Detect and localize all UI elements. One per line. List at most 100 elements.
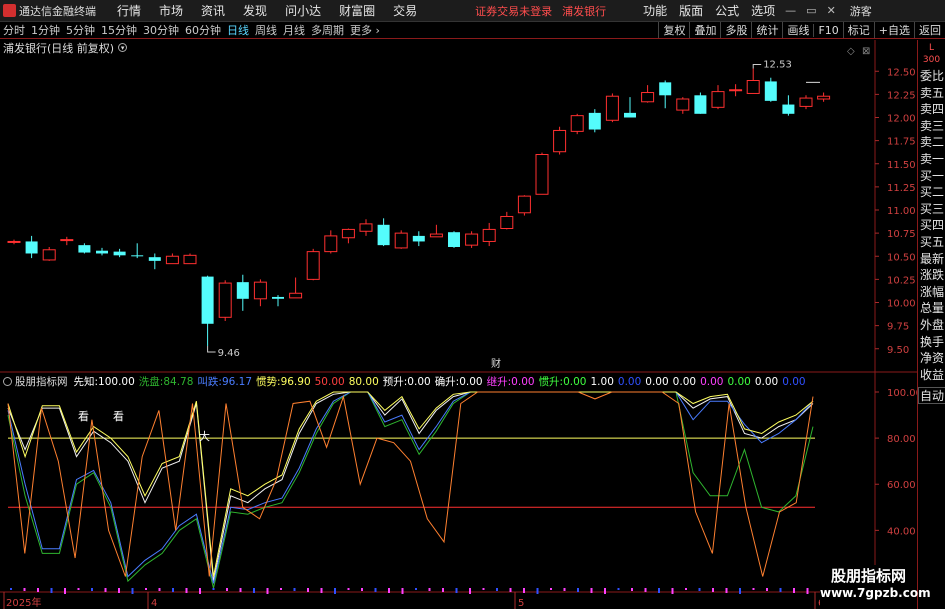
chart-menu-icon[interactable]: ▾	[118, 43, 128, 52]
right-panel-item[interactable]: 卖五	[918, 85, 945, 102]
guest-label[interactable]: 游客	[850, 3, 872, 19]
candle-body	[60, 239, 74, 242]
menu-faxian[interactable]: 发现	[234, 2, 276, 19]
right-panel-item[interactable]: 换手	[918, 334, 945, 351]
period-more[interactable]: 更多 ›	[347, 22, 383, 38]
ind-tick-label: 60.00	[887, 480, 916, 491]
menu-caifuquan[interactable]: 财富圈	[330, 2, 384, 19]
period-monthly[interactable]: 月线	[280, 22, 308, 38]
right-panel-item[interactable]: 买四	[918, 217, 945, 234]
candle-body	[25, 241, 38, 254]
right-panel-item[interactable]: 卖三	[918, 118, 945, 135]
right-panel-item[interactable]: 外盘	[918, 317, 945, 334]
bottom-bar	[712, 588, 714, 592]
btn-biaoji[interactable]: 标记	[842, 22, 874, 38]
minimize-icon[interactable]: —	[785, 4, 796, 17]
indicator-value-number: 100.00	[98, 375, 135, 388]
candle-body	[324, 235, 338, 253]
bottom-bar	[23, 588, 26, 591]
indicator-name[interactable]: 股朋指标网	[15, 374, 68, 389]
candle-body	[218, 282, 232, 318]
candle-body	[165, 255, 179, 265]
candle-body	[817, 95, 831, 100]
price-tick-label: 9.50	[887, 345, 909, 356]
right-panel-item[interactable]: 买二	[918, 184, 945, 201]
indicator-value-item: 0.00	[645, 376, 668, 388]
period-60min[interactable]: 60分钟	[182, 22, 224, 38]
candle-body	[253, 281, 267, 300]
bottom-bar	[604, 588, 606, 594]
indicator-menu-icon[interactable]	[3, 376, 12, 386]
btn-fuquan[interactable]: 复权	[658, 22, 689, 38]
auto-button[interactable]: 自动	[918, 387, 945, 404]
price-tick-label: 11.75	[887, 137, 916, 148]
candle-body	[764, 81, 777, 101]
right-panel-item[interactable]: 净资	[918, 350, 945, 367]
current-stock-name: 浦发银行	[562, 4, 607, 18]
right-panel-item[interactable]: 涨跌	[918, 267, 945, 284]
btn-f10[interactable]: F10	[813, 23, 842, 37]
period-multi[interactable]: 多周期	[308, 22, 347, 38]
candle-body	[553, 129, 567, 153]
right-panel-item[interactable]: 买一	[918, 168, 945, 185]
close-icon[interactable]: ✕	[827, 4, 836, 17]
candle-body	[289, 292, 303, 299]
menu-gongshi[interactable]: 公式	[709, 2, 745, 19]
period-30min[interactable]: 30分钟	[140, 22, 182, 38]
menu-banmian[interactable]: 版面	[673, 2, 709, 19]
restore-icon[interactable]: ▭	[806, 4, 816, 17]
period-15min[interactable]: 15分钟	[98, 22, 140, 38]
period-daily[interactable]: 日线	[224, 22, 252, 38]
bottom-bar	[226, 588, 228, 591]
bottom-bar	[617, 588, 620, 590]
btn-fanhui[interactable]: 返回	[914, 22, 945, 38]
bottom-bar	[320, 588, 323, 593]
right-panel-item[interactable]: 卖一	[918, 151, 945, 168]
date-label: 4	[151, 598, 157, 609]
right-panel-item[interactable]: 总量	[918, 300, 945, 317]
btn-zixuan[interactable]: +自选	[873, 22, 914, 38]
menu-gongneng[interactable]: 功能	[637, 2, 673, 19]
menu-xuanxiang[interactable]: 选项	[745, 2, 781, 19]
right-panel-item[interactable]: 收益	[918, 367, 945, 384]
right-badge[interactable]: L 300	[918, 40, 945, 68]
signal-kan-2: 看	[113, 409, 124, 423]
bottom-bar	[401, 588, 404, 594]
chart-canvas[interactable]: 12.50 12.25 12.00 11.75 11.50 11.25 11.00 10.75…	[0, 40, 917, 609]
period-5min[interactable]: 5分钟	[63, 22, 98, 38]
menu-shichang[interactable]: 市场	[150, 2, 192, 19]
chart-title-bar: 浦发银行(日线 前复权) ▾	[0, 40, 128, 55]
candle-body	[605, 95, 619, 121]
btn-huaxian[interactable]: 画线	[782, 22, 813, 38]
indicator-value-item: 0.00	[618, 376, 641, 388]
menu-zixun[interactable]: 资讯	[192, 2, 234, 19]
menu-hangqing[interactable]: 行情	[108, 2, 150, 19]
candle-body	[624, 112, 636, 118]
indicator-value-number: 96.90	[280, 375, 311, 388]
bottom-bar	[644, 588, 647, 592]
period-fenshi[interactable]: 分时	[0, 22, 28, 38]
candle-body	[711, 91, 725, 108]
right-panel-item[interactable]: 卖四	[918, 101, 945, 118]
right-panel-item[interactable]: 卖二	[918, 134, 945, 151]
period-1min[interactable]: 1分钟	[28, 22, 63, 38]
right-panel-item[interactable]: 涨幅	[918, 284, 945, 301]
btn-tongji[interactable]: 统计	[751, 22, 782, 38]
right-panel-item[interactable]: 委比	[918, 68, 945, 85]
btn-duogu[interactable]: 多股	[720, 22, 751, 38]
login-warning[interactable]: 证券交易未登录	[472, 3, 555, 19]
period-weekly[interactable]: 周线	[252, 22, 280, 38]
candle-body	[341, 228, 355, 239]
menu-jiaoyi[interactable]: 交易	[384, 2, 426, 19]
right-panel-item[interactable]: 买三	[918, 201, 945, 218]
zoom-icon: ⊠	[862, 46, 870, 57]
candle-body	[148, 257, 161, 261]
right-panel-item[interactable]: 最新	[918, 251, 945, 268]
btn-diejia[interactable]: 叠加	[689, 22, 720, 38]
bottom-bar	[658, 588, 660, 593]
right-panel-item[interactable]: 买五	[918, 234, 945, 251]
menu-wenxiaoda[interactable]: 问小达	[276, 2, 330, 19]
bottom-bar	[334, 588, 336, 594]
indicator-value-number: 0.00	[645, 375, 669, 388]
price-tick-label: 11.00	[887, 206, 916, 217]
